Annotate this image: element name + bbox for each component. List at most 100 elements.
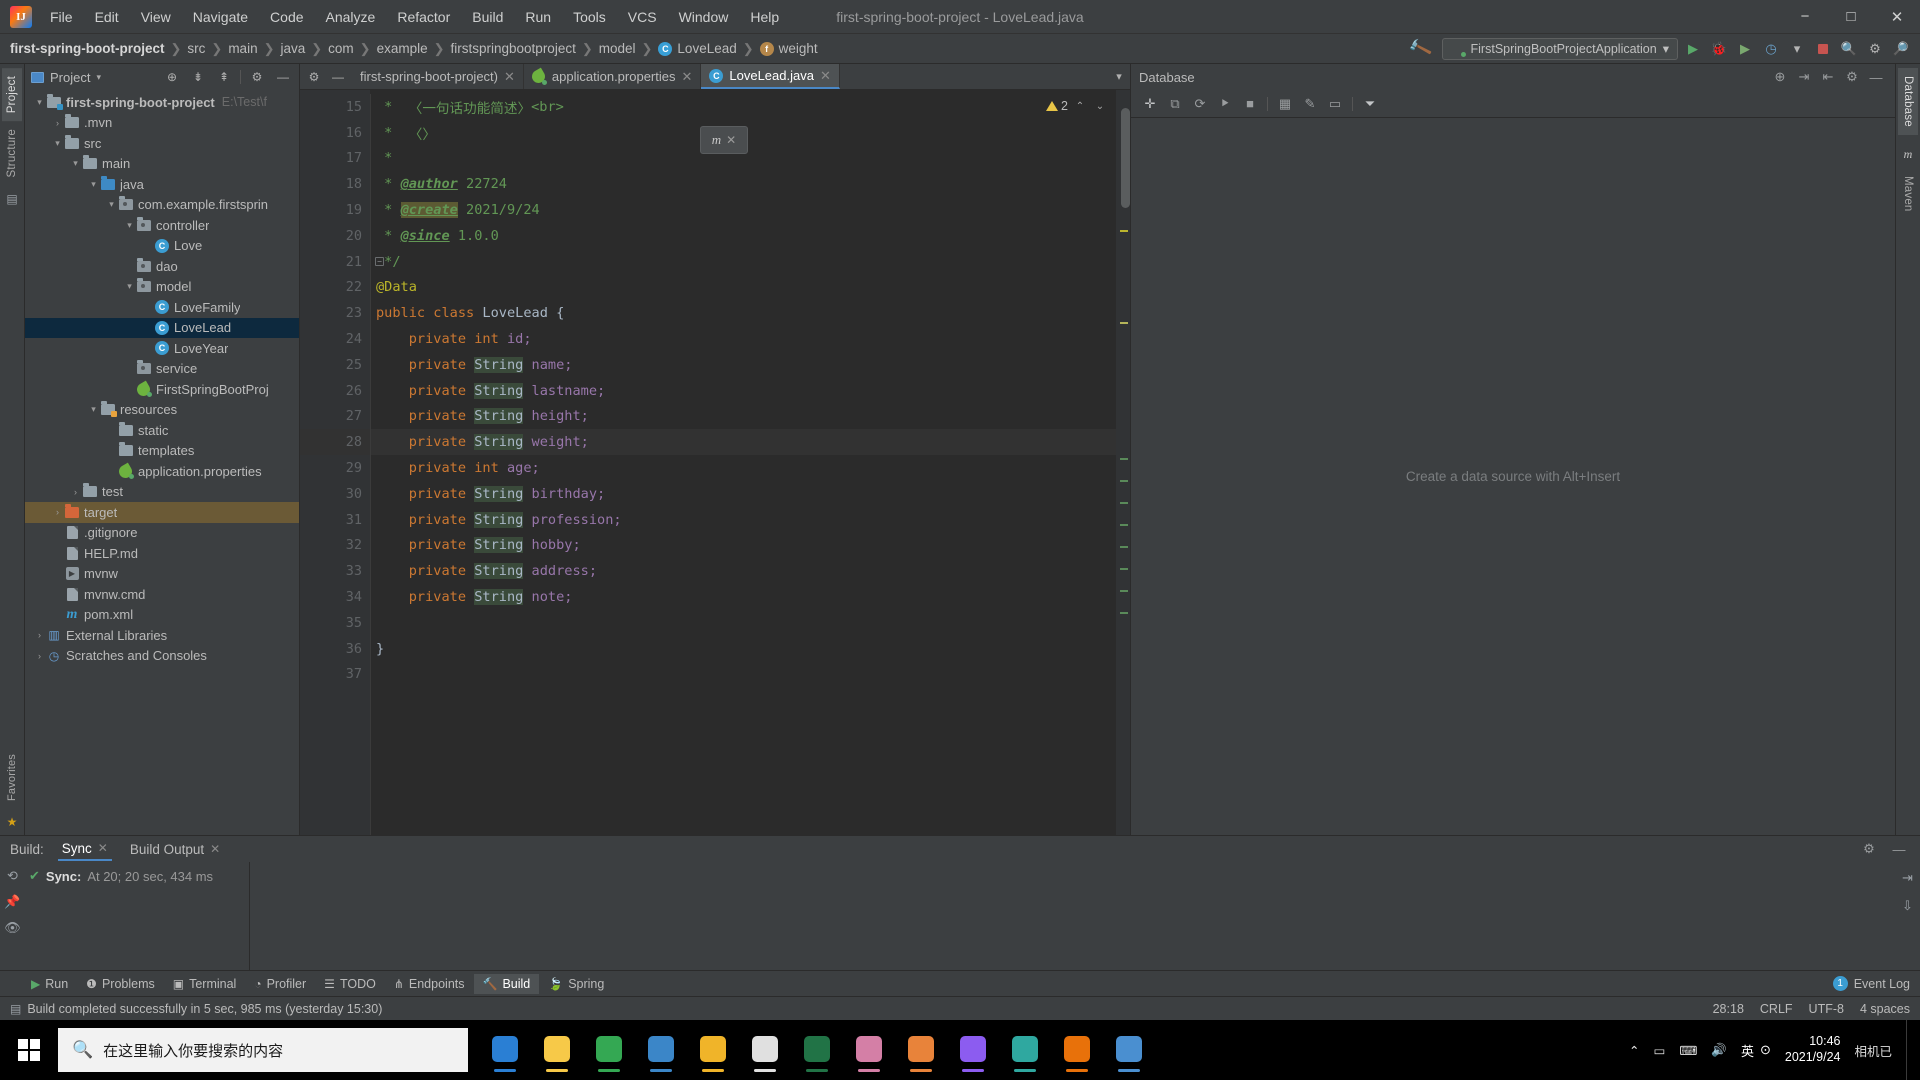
chevron-down-icon[interactable]: ▾ — [69, 158, 82, 169]
project-tree[interactable]: ▾ first-spring-boot-project E:\Test\f › .mvn… — [25, 90, 299, 835]
tree-node-scratches-and-consoles[interactable]: › ◷ Scratches and Consoles — [25, 646, 299, 667]
build-result-row[interactable]: ✔ Sync: At 20; 20 sec, 434 ms — [29, 868, 245, 884]
tree-node-first-spring-boot-project[interactable]: ▾ first-spring-boot-project E:\Test\f — [25, 92, 299, 113]
taskbar-app-chrome[interactable] — [586, 1024, 632, 1076]
taskbar-app-excel[interactable] — [794, 1024, 840, 1076]
code-line[interactable]: @Data — [370, 275, 1116, 301]
gutter-line[interactable]: 27 — [300, 404, 370, 430]
hide-icon[interactable]: — — [273, 67, 293, 87]
rerun-icon[interactable]: ⟲ — [7, 868, 18, 884]
code-line[interactable]: public class LoveLead { — [370, 300, 1116, 326]
gutter-line[interactable]: 22 — [300, 275, 370, 301]
hide-icon[interactable]: — — [328, 67, 348, 87]
taskbar-app-file-explorer[interactable] — [690, 1024, 736, 1076]
chevron-down-icon[interactable]: ▾ — [51, 138, 64, 149]
profile-icon[interactable]: ◷ — [1760, 38, 1782, 60]
tree-node-src[interactable]: ▾ src — [25, 133, 299, 154]
menu-item-analyze[interactable]: Analyze — [316, 5, 386, 29]
gutter-line[interactable]: 28 — [300, 429, 370, 456]
gutter-line[interactable]: 25 — [300, 352, 370, 378]
locate-icon[interactable]: ⊕ — [162, 67, 182, 87]
menu-item-edit[interactable]: Edit — [85, 5, 129, 29]
previous-problem-icon[interactable]: ⌃ — [1072, 98, 1088, 114]
run-with-coverage-icon[interactable]: ▶ — [1734, 38, 1756, 60]
tree-node-firstspringbootproj[interactable]: ›FirstSpringBootProj — [25, 379, 299, 400]
tab-build-output[interactable]: Build Output ✕ — [126, 839, 224, 860]
battery-icon[interactable]: ▭ — [1654, 1043, 1666, 1058]
settings-icon[interactable]: ⚙ — [247, 67, 267, 87]
ime-indicator[interactable]: 英 ⊙ — [1741, 1041, 1771, 1060]
sidebar-item-database[interactable]: Database — [1898, 68, 1918, 135]
gutter-line[interactable]: −21 — [300, 249, 384, 275]
tree-node-templates[interactable]: ›templates — [25, 441, 299, 462]
gutter-line[interactable]: 26 — [300, 378, 370, 404]
inspection-widget[interactable]: 2 ⌃ ⌄ — [1046, 98, 1108, 114]
menu-item-tools[interactable]: Tools — [563, 5, 616, 29]
taskbar-app-typora[interactable] — [742, 1024, 788, 1076]
close-icon[interactable]: ✕ — [820, 68, 831, 84]
taskbar-app-navicat[interactable] — [1002, 1024, 1048, 1076]
tree-node--mvn[interactable]: › .mvn — [25, 113, 299, 134]
menu-item-file[interactable]: File — [40, 5, 83, 29]
add-icon[interactable]: ✛ — [1139, 93, 1161, 115]
tree-node-lovelead[interactable]: ›CLoveLead — [25, 317, 299, 338]
menu-item-window[interactable]: Window — [669, 5, 739, 29]
editor-gutter[interactable]: 15 16 17 18 19 20 −21 22 23 24 25 26 27 28 29 30 31 32 33 3… — [300, 90, 384, 835]
breadcrumb-item-first-spring-boot-project[interactable]: first-spring-boot-project — [10, 41, 165, 56]
tree-node-controller[interactable]: ▾ controller — [25, 215, 299, 236]
code-line[interactable]: private String address; — [370, 558, 1116, 584]
gutter-line[interactable]: 31 — [300, 507, 370, 533]
chevron-down-icon[interactable]: ▾ — [1663, 41, 1669, 56]
settings-icon[interactable]: ⚙ — [1841, 66, 1863, 88]
search-everywhere-icon[interactable]: 🔍 — [1838, 38, 1860, 60]
stop-icon[interactable] — [1812, 38, 1834, 60]
code-line[interactable]: */ — [370, 249, 1116, 275]
start-button[interactable] — [0, 1020, 58, 1080]
bottom-tab-endpoints[interactable]: ⋔ Endpoints — [385, 974, 474, 994]
maximize-button[interactable]: □ — [1828, 0, 1874, 34]
collapse-icon[interactable]: ⇤ — [1817, 66, 1839, 88]
bottom-tab-run[interactable]: ▶ Run — [22, 974, 77, 994]
tree-node-help-md[interactable]: ›HELP.md — [25, 543, 299, 564]
search-icon[interactable]: 🔎 — [1890, 38, 1912, 60]
edit-icon[interactable]: ✎ — [1299, 93, 1321, 115]
breadcrumb-item-lovelead[interactable]: C LoveLead — [658, 41, 737, 56]
eye-icon[interactable]: 👁 — [4, 920, 21, 936]
bottom-tab-profiler[interactable]: ◔ Profiler — [245, 974, 315, 994]
breadcrumb-item-firstspringbootproject[interactable]: firstspringbootproject — [451, 41, 576, 56]
gutter-line[interactable]: 33 — [300, 558, 370, 584]
filter-icon[interactable]: ⏷ — [1359, 93, 1381, 115]
taskbar-search-box[interactable]: 🔍 在这里输入你要搜索的内容 — [58, 1028, 468, 1072]
show-desktop-button[interactable] — [1906, 1020, 1914, 1080]
tree-node-target[interactable]: › target — [25, 502, 299, 523]
close-icon[interactable]: ✕ — [726, 133, 736, 147]
close-icon[interactable]: ✕ — [681, 69, 692, 85]
floating-popup[interactable]: m ✕ — [700, 126, 748, 154]
close-icon[interactable]: ✕ — [210, 842, 220, 856]
gutter-line[interactable]: 30 — [300, 481, 370, 507]
tree-node-dao[interactable]: ›dao — [25, 256, 299, 277]
wrap-icon[interactable]: ⇥ — [1902, 870, 1913, 886]
chevron-down-icon[interactable]: ▾ — [96, 72, 101, 83]
gutter-line[interactable]: 35 — [300, 610, 370, 636]
tree-node-model[interactable]: ▾ model — [25, 277, 299, 298]
event-log-label[interactable]: Event Log — [1854, 977, 1910, 991]
debug-icon[interactable]: 🐞 — [1708, 38, 1730, 60]
tree-node-lovefamily[interactable]: ›CLoveFamily — [25, 297, 299, 318]
gutter-line[interactable]: 17 — [300, 146, 370, 172]
chevron-right-icon[interactable]: › — [51, 507, 64, 517]
error-stripe[interactable] — [1116, 90, 1130, 835]
bottom-tab-terminal[interactable]: ▣ Terminal — [164, 974, 246, 994]
gutter-line[interactable]: 29 — [300, 455, 370, 481]
gutter-line[interactable]: 15 — [300, 94, 370, 120]
expand-all-icon[interactable]: ⇟ — [188, 67, 208, 87]
menu-item-help[interactable]: Help — [740, 5, 789, 29]
taskbar-app-qq-music[interactable] — [534, 1024, 580, 1076]
code-line[interactable]: private String height; — [370, 404, 1116, 430]
build-hammer-icon[interactable]: 🔨 — [1402, 33, 1440, 63]
settings-icon[interactable]: ⚙ — [304, 67, 324, 87]
code-line[interactable]: private String profession; — [370, 507, 1116, 533]
taskbar-app-vscode[interactable] — [1106, 1024, 1152, 1076]
run-icon[interactable]: ▶ — [1682, 38, 1704, 60]
chevron-up-icon[interactable]: ⌃ — [1629, 1043, 1639, 1058]
